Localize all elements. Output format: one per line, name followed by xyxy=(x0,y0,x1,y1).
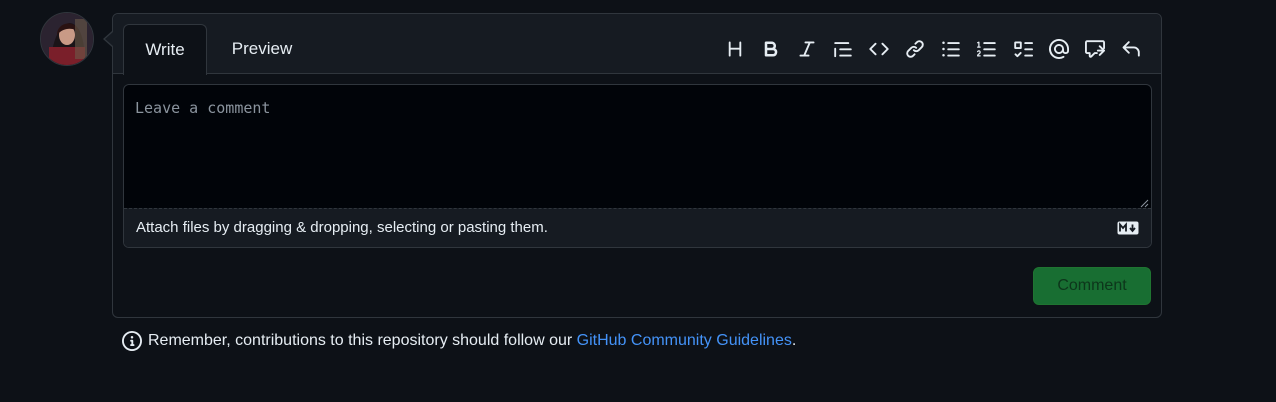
heading-icon[interactable] xyxy=(723,37,747,61)
markdown-icon[interactable] xyxy=(1117,221,1139,235)
contribution-guideline: Remember, contributions to this reposito… xyxy=(122,330,796,352)
avatar[interactable] xyxy=(40,12,94,66)
guideline-prefix: Remember, contributions to this reposito… xyxy=(148,332,577,349)
avatar-image xyxy=(41,13,93,65)
code-icon[interactable] xyxy=(867,37,891,61)
mention-icon[interactable] xyxy=(1047,37,1071,61)
comment-caret-fill xyxy=(105,32,113,46)
reference-icon[interactable] xyxy=(1083,37,1107,61)
bold-icon[interactable] xyxy=(759,37,783,61)
comment-textarea[interactable]: Leave a comment xyxy=(124,85,1151,208)
guideline-suffix: . xyxy=(791,332,797,349)
tab-write[interactable]: Write xyxy=(123,24,207,75)
italic-icon[interactable] xyxy=(795,37,819,61)
tab-preview[interactable]: Preview xyxy=(227,24,297,74)
resize-grip-icon[interactable] xyxy=(1139,198,1149,208)
comment-editor: Write Preview Leave a comment Attach fil… xyxy=(112,13,1162,318)
attach-files-text: Attach files by dragging & dropping, sel… xyxy=(136,219,548,236)
info-icon xyxy=(122,331,142,351)
markdown-toolbar xyxy=(711,37,1143,61)
unordered-list-icon[interactable] xyxy=(939,37,963,61)
comment-textarea-container: Leave a comment Attach files by dragging… xyxy=(123,84,1152,248)
task-list-icon[interactable] xyxy=(1011,37,1035,61)
comment-button[interactable]: Comment xyxy=(1033,267,1151,305)
quote-icon[interactable] xyxy=(831,37,855,61)
community-guidelines-link[interactable]: GitHub Community Guidelines xyxy=(577,332,792,350)
attach-files-bar[interactable]: Attach files by dragging & dropping, sel… xyxy=(124,208,1151,247)
ordered-list-icon[interactable] xyxy=(975,37,999,61)
reply-icon[interactable] xyxy=(1119,37,1143,61)
editor-header: Write Preview xyxy=(113,14,1161,75)
link-icon[interactable] xyxy=(903,37,927,61)
